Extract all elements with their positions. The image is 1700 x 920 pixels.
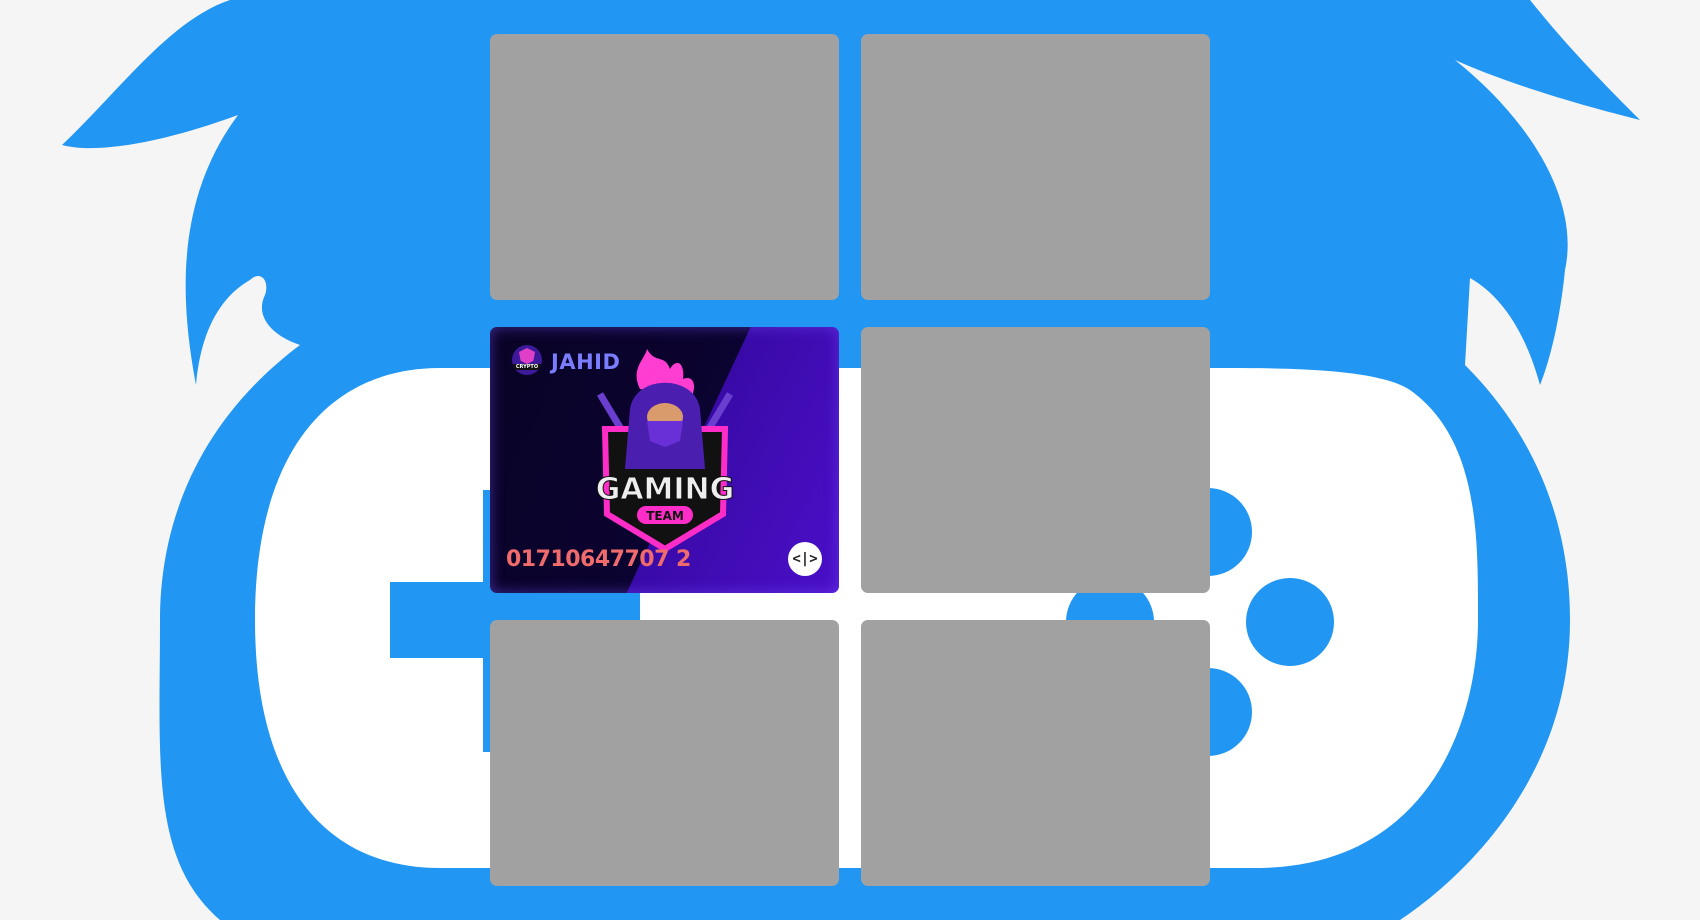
memory-card-3-revealed[interactable]: CRYPTO JAHID GAMING TEAM 01710647707 2 <… bbox=[490, 327, 839, 593]
badge-text: CRYPTO bbox=[512, 364, 542, 370]
logo-title: GAMING bbox=[596, 472, 735, 507]
card-phone-number: 01710647707 2 bbox=[506, 547, 691, 572]
memory-card-4[interactable] bbox=[861, 327, 1210, 593]
ninja-gaming-logo-icon: GAMING TEAM bbox=[595, 349, 735, 553]
logo-subtitle: TEAM bbox=[646, 509, 684, 523]
crypto-badge-icon: CRYPTO bbox=[512, 345, 542, 375]
code-icon-button[interactable]: <|> bbox=[788, 542, 822, 576]
memory-card-2[interactable] bbox=[861, 34, 1210, 300]
memory-card-1[interactable] bbox=[490, 34, 839, 300]
memory-card-grid: CRYPTO JAHID GAMING TEAM 01710647707 2 <… bbox=[490, 34, 1210, 886]
memory-card-6[interactable] bbox=[861, 620, 1210, 886]
memory-card-5[interactable] bbox=[490, 620, 839, 886]
